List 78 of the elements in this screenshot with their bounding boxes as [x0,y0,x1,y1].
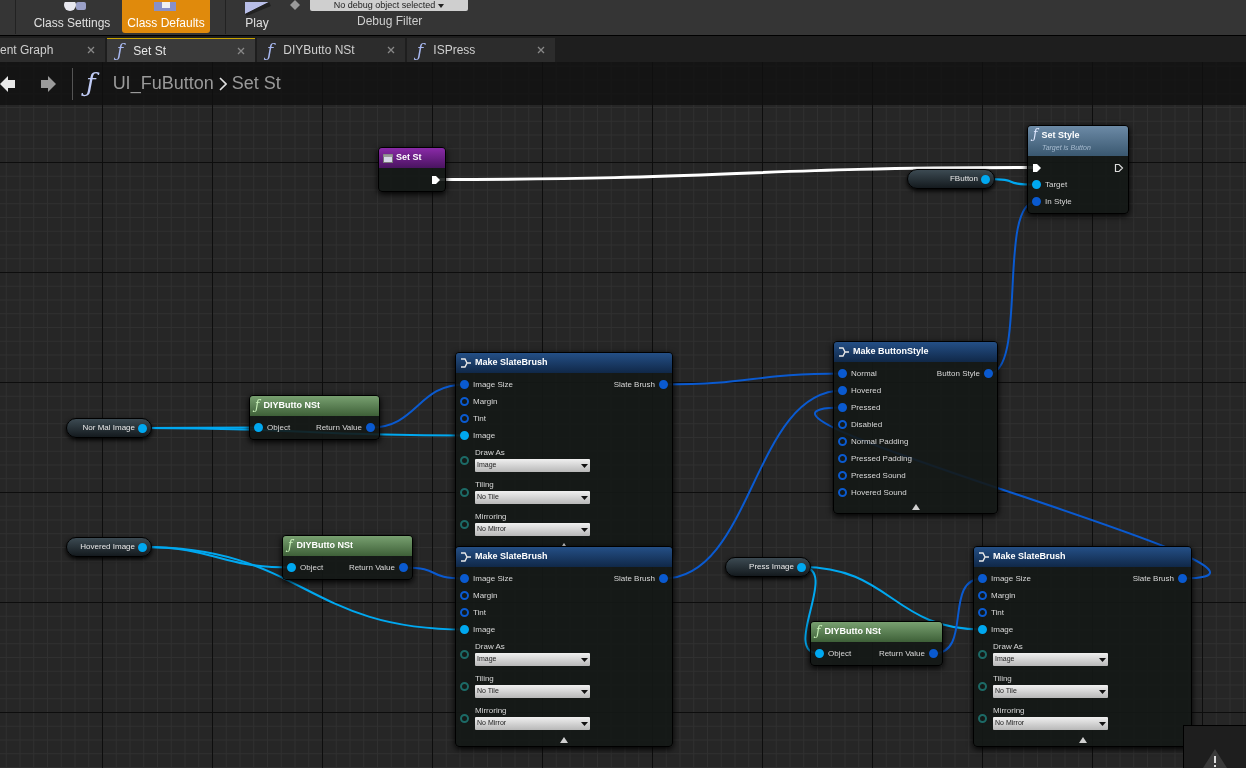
pin-label: Normal Padding [851,435,909,448]
function-icon: ƒ [83,66,99,101]
pin-label: Tint [473,412,487,425]
node-title: Make SlateBrush [475,550,548,564]
pin-label: Return Value [348,561,395,574]
pin-label: Return Value [315,421,362,434]
event-node[interactable]: Set St [378,147,446,192]
pin-label: Target [1045,178,1068,191]
pin-label: Hovered Sound [851,486,907,499]
pin-label: Image Size [991,572,1032,585]
function-icon: ƒ [815,624,822,640]
pin-label: Pressed [851,401,881,414]
field-label: Tiling [993,674,1013,684]
pin-label: Object [267,421,291,434]
field-label: Tiling [475,480,495,490]
node-title: DIYButto NSt [296,539,353,553]
pin-label: Slate Brush [613,378,655,391]
pin-label: Image [473,623,496,636]
breadcrumb-item[interactable]: Set St [231,70,281,97]
pin-label: Disabled [851,418,883,431]
node-title: DIYButto NSt [263,399,320,413]
pin-label: Image Size [473,572,514,585]
function-icon: ƒ [265,38,276,62]
variable-name: Hovered Image [80,541,135,553]
field-label: Tiling [475,674,495,684]
variable-node[interactable]: Hovered Image [66,537,152,557]
toolbar-button[interactable]: Play [234,0,280,33]
pin-label: Object [828,647,852,660]
function-icon: ƒ [254,398,261,414]
pin-label: Hovered [851,384,882,397]
pin-label: Tint [991,606,1005,619]
variable-name: Nor Mal Image [82,422,135,434]
field-label: Draw As [475,448,506,458]
tab[interactable]: ƒ ISPress [407,38,555,62]
pin-label: Return Value [878,647,925,660]
tab[interactable]: ent Graph [0,38,105,62]
node-title: Set St [396,151,422,165]
node-title: Set Style [1041,128,1080,142]
function-icon: ƒ [287,538,294,554]
function-icon: ƒ [415,38,426,62]
debug-filter-label: Debug Filter [357,13,423,30]
pin-label: In Style [1045,195,1072,208]
node-title: Make ButtonStyle [853,345,929,359]
pin-label: Tint [473,606,487,619]
pin-label: Slate Brush [1132,572,1174,585]
tab[interactable]: ƒ DIYButto NSt [257,38,405,62]
node-title: DIYButto NSt [824,625,881,639]
tab[interactable]: ƒ Set St [107,38,255,62]
node-title: Make SlateBrush [475,356,548,370]
node-title: Make SlateBrush [993,550,1066,564]
variable-name: FButton [950,173,978,185]
field-label: Draw As [993,642,1024,652]
pin-label: Image [991,623,1014,636]
pin-label: Margin [991,589,1016,602]
pin-label: Button Style [936,367,980,380]
pin-label: Margin [473,395,498,408]
function-icon: ƒ [115,39,126,62]
field-label: Mirroring [993,706,1026,716]
pin-label: Margin [473,589,498,602]
pin-label: Pressed Padding [851,452,912,465]
pin-label: Normal [851,367,877,380]
breadcrumb-item[interactable]: UI_FuButton [112,70,214,97]
field-label: Draw As [475,642,506,652]
pin-label: Slate Brush [613,572,655,585]
debug-dropdown[interactable]: No debug object selected [310,0,468,11]
make-node[interactable]: Make ButtonStyle Normal Button Style Hovered Pressed Disabled Normal Padding Pressed Padding Pressed Sound Hovered Sound [833,341,998,514]
variable-node[interactable]: Nor Mal Image [66,418,152,438]
field-label: Mirroring [475,706,508,716]
variable-node[interactable]: Press Image [725,557,811,577]
function-icon: ƒ [1032,127,1039,144]
pin-label: Pressed Sound [851,469,906,482]
pin-label: Image Size [473,378,514,391]
variable-node[interactable]: FButton [907,169,995,189]
pin-label: Image [473,429,496,442]
field-label: Mirroring [475,512,508,522]
toolbar-button[interactable]: Class Settings [26,0,118,33]
pin-label: Object [300,561,324,574]
variable-name: Press Image [749,561,794,573]
